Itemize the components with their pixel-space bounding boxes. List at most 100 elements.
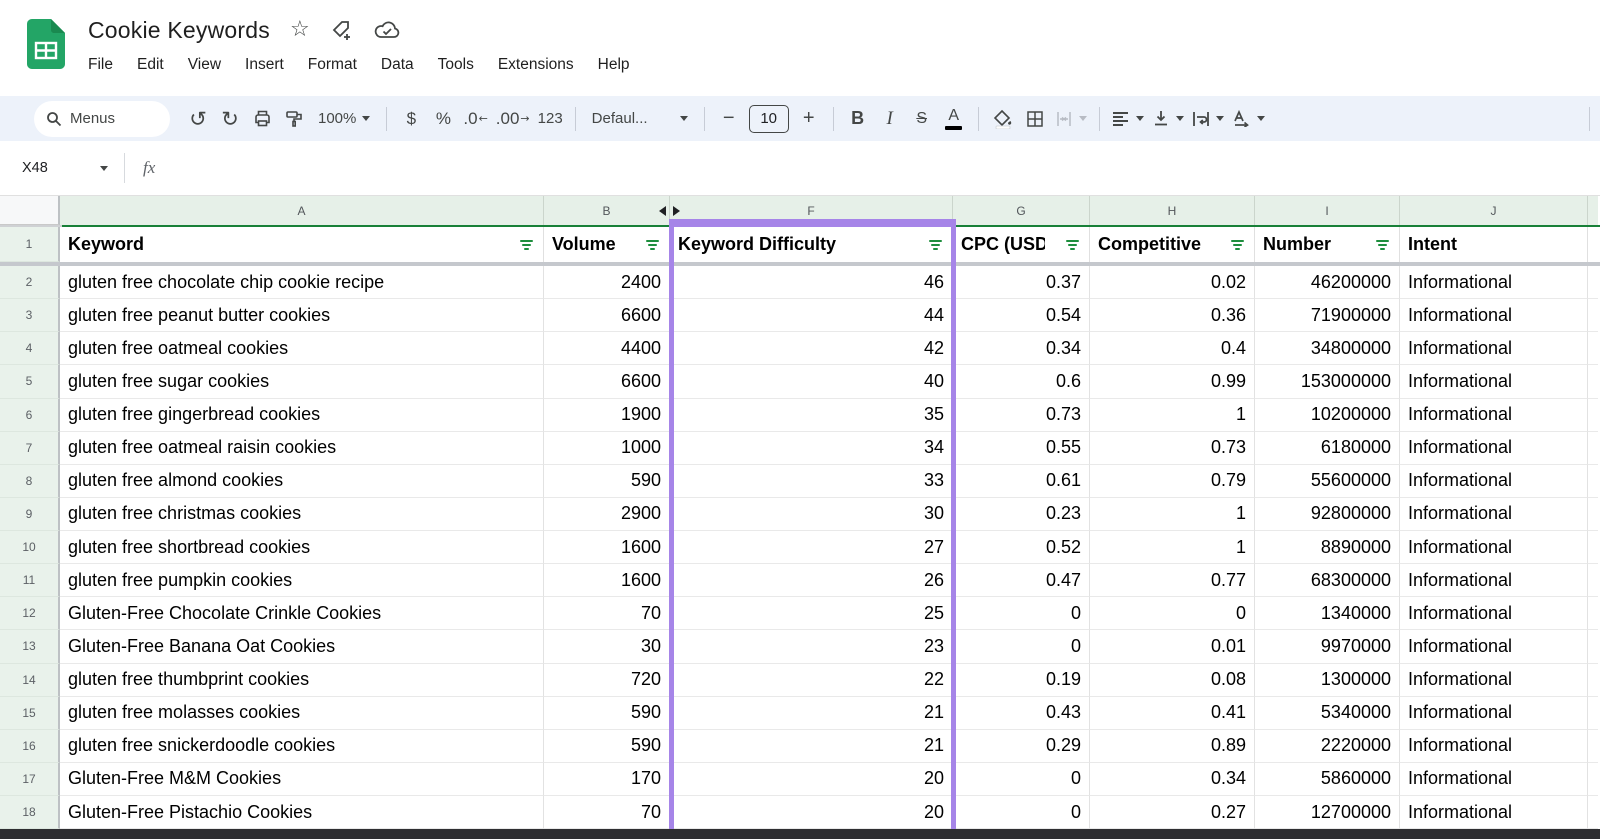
cell-keyword[interactable]: gluten free sugar cookies: [60, 365, 544, 398]
cell-cpc[interactable]: 0.19: [953, 664, 1090, 697]
cell-number[interactable]: 153000000: [1255, 365, 1400, 398]
cell-empty[interactable]: [1588, 697, 1598, 730]
redo-button[interactable]: ↻: [214, 102, 246, 136]
header-cell-cpc[interactable]: CPC (USD): [953, 227, 1090, 262]
cell-cpc[interactable]: 0: [953, 763, 1090, 796]
menu-data[interactable]: Data: [369, 52, 426, 78]
row-number[interactable]: 5: [0, 365, 60, 398]
decrease-decimal-button[interactable]: .0←: [459, 102, 491, 136]
cell-number[interactable]: 46200000: [1255, 266, 1400, 299]
more-formats-button[interactable]: 123: [534, 102, 567, 136]
cell-competitive[interactable]: 1: [1090, 498, 1255, 531]
row-number[interactable]: 1: [0, 227, 60, 262]
cell-keyword[interactable]: gluten free chocolate chip cookie recipe: [60, 266, 544, 299]
cell-cpc[interactable]: 0.55: [953, 432, 1090, 465]
cell-volume[interactable]: 30: [544, 630, 670, 663]
cell-empty[interactable]: [1588, 763, 1598, 796]
menu-help[interactable]: Help: [586, 52, 642, 78]
cell-competitive[interactable]: 0.77: [1090, 564, 1255, 597]
row-number[interactable]: 17: [0, 763, 60, 796]
cell-cpc[interactable]: 0.29: [953, 730, 1090, 763]
cell-empty[interactable]: [1588, 299, 1598, 332]
row-number[interactable]: 11: [0, 564, 60, 597]
cell-keyword[interactable]: Gluten-Free Chocolate Crinkle Cookies: [60, 597, 544, 630]
cell-cpc[interactable]: 0: [953, 597, 1090, 630]
cell-volume[interactable]: 590: [544, 465, 670, 498]
star-icon[interactable]: ☆: [290, 19, 310, 41]
increase-decimal-button[interactable]: .00→: [492, 102, 534, 136]
cell-volume[interactable]: 590: [544, 697, 670, 730]
name-box[interactable]: X48: [0, 160, 118, 176]
cell-keyword[interactable]: gluten free molasses cookies: [60, 697, 544, 730]
formula-input[interactable]: [169, 141, 1600, 195]
cell-cpc[interactable]: 0.43: [953, 697, 1090, 730]
cell-keyword[interactable]: gluten free thumbprint cookies: [60, 664, 544, 697]
column-header-next-sliver[interactable]: [1588, 196, 1598, 225]
cell-empty[interactable]: [1588, 630, 1598, 663]
cell-number[interactable]: 12700000: [1255, 796, 1400, 829]
cell-cpc[interactable]: 0.52: [953, 531, 1090, 564]
cell-number[interactable]: 92800000: [1255, 498, 1400, 531]
cell-keyword[interactable]: gluten free christmas cookies: [60, 498, 544, 531]
paint-format-button[interactable]: [278, 102, 310, 136]
format-percent-button[interactable]: %: [427, 102, 459, 136]
column-header-F[interactable]: F: [670, 196, 953, 225]
cell-keyword[interactable]: gluten free oatmeal raisin cookies: [60, 432, 544, 465]
cell-cpc[interactable]: 0.37: [953, 266, 1090, 299]
cell-volume[interactable]: 6600: [544, 299, 670, 332]
cell-keyword[interactable]: gluten free shortbread cookies: [60, 531, 544, 564]
cell-keyword-difficulty[interactable]: 30: [670, 498, 953, 531]
cell-intent[interactable]: Informational: [1400, 730, 1588, 763]
cell-number[interactable]: 8890000: [1255, 531, 1400, 564]
cell-empty[interactable]: [1588, 564, 1598, 597]
menu-insert[interactable]: Insert: [233, 52, 296, 78]
menu-tools[interactable]: Tools: [426, 52, 486, 78]
column-header-H[interactable]: H: [1090, 196, 1255, 225]
cell-empty[interactable]: [1588, 664, 1598, 697]
hidden-columns-right-icon[interactable]: [673, 206, 680, 216]
cell-keyword-difficulty[interactable]: 26: [670, 564, 953, 597]
cell-keyword-difficulty[interactable]: 25: [670, 597, 953, 630]
cell-keyword-difficulty[interactable]: 46: [670, 266, 953, 299]
cell-competitive[interactable]: 0.01: [1090, 630, 1255, 663]
cell-keyword-difficulty[interactable]: 34: [670, 432, 953, 465]
cell-volume[interactable]: 1600: [544, 564, 670, 597]
cell-intent[interactable]: Informational: [1400, 399, 1588, 432]
cell-keyword-difficulty[interactable]: 42: [670, 332, 953, 365]
menu-extensions[interactable]: Extensions: [486, 52, 586, 78]
vertical-align-button[interactable]: [1148, 102, 1188, 136]
cell-competitive[interactable]: 1: [1090, 531, 1255, 564]
cell-empty[interactable]: [1588, 531, 1598, 564]
cell-intent[interactable]: Informational: [1400, 365, 1588, 398]
cell-empty[interactable]: [1588, 730, 1598, 763]
cell-cpc[interactable]: 0.54: [953, 299, 1090, 332]
cell-cpc[interactable]: 0.61: [953, 465, 1090, 498]
cell-intent[interactable]: Informational: [1400, 266, 1588, 299]
cell-number[interactable]: 10200000: [1255, 399, 1400, 432]
cell-competitive[interactable]: 0.34: [1090, 763, 1255, 796]
cell-keyword[interactable]: gluten free oatmeal cookies: [60, 332, 544, 365]
cell-cpc[interactable]: 0: [953, 796, 1090, 829]
cell-empty[interactable]: [1588, 332, 1598, 365]
cell-keyword-difficulty[interactable]: 21: [670, 730, 953, 763]
cell-intent[interactable]: Informational: [1400, 630, 1588, 663]
row-number[interactable]: 16: [0, 730, 60, 763]
cell-keyword-difficulty[interactable]: 35: [670, 399, 953, 432]
menu-format[interactable]: Format: [296, 52, 369, 78]
decrease-font-size-button[interactable]: −: [713, 102, 745, 136]
cell-volume[interactable]: 2900: [544, 498, 670, 531]
cell-intent[interactable]: Informational: [1400, 432, 1588, 465]
cell-number[interactable]: 68300000: [1255, 564, 1400, 597]
cell-competitive[interactable]: 0.73: [1090, 432, 1255, 465]
cell-volume[interactable]: 6600: [544, 365, 670, 398]
row-number[interactable]: 6: [0, 399, 60, 432]
row-number[interactable]: 13: [0, 630, 60, 663]
cell-keyword-difficulty[interactable]: 44: [670, 299, 953, 332]
text-color-button[interactable]: A: [938, 102, 970, 136]
font-size-input[interactable]: 10: [749, 105, 789, 133]
cell-cpc[interactable]: 0: [953, 630, 1090, 663]
cell-competitive[interactable]: 0.41: [1090, 697, 1255, 730]
cell-competitive[interactable]: 1: [1090, 399, 1255, 432]
cell-keyword-difficulty[interactable]: 21: [670, 697, 953, 730]
cell-keyword-difficulty[interactable]: 20: [670, 763, 953, 796]
